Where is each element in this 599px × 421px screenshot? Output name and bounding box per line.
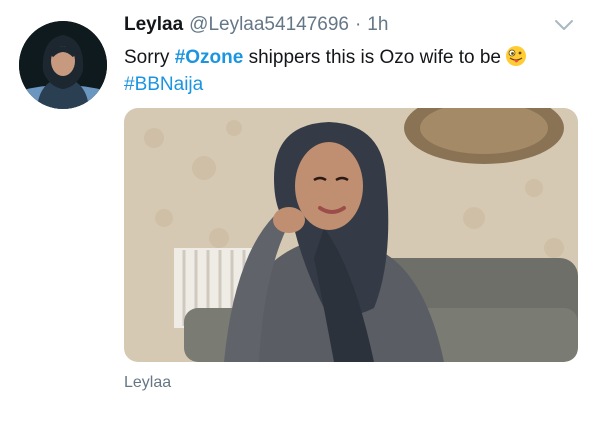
tweet-header: Leylaa @Leylaa54147696 · 1h: [124, 14, 388, 38]
tweet-text-rest: shippers this is Ozo wife to be: [243, 47, 501, 68]
photo-caption: Leylaa: [124, 374, 172, 391]
face-with-tongue-emoji-icon: [505, 46, 526, 66]
tweet-card[interactable]: Leylaa @Leylaa54147696 · 1h Sorry #Ozone…: [0, 0, 599, 421]
chevron-down-icon[interactable]: [553, 17, 575, 33]
tweet-time[interactable]: 1h: [367, 14, 388, 36]
display-name[interactable]: Leylaa: [124, 14, 183, 36]
user-handle[interactable]: @Leylaa54147696: [189, 14, 349, 36]
photo-image: [124, 108, 578, 362]
avatar-image: [19, 21, 107, 109]
tweet-text-sorry: Sorry: [124, 47, 175, 68]
separator-dot: ·: [354, 14, 362, 35]
tweet-photo[interactable]: [124, 108, 578, 362]
avatar[interactable]: [19, 21, 107, 109]
tweet-text: Sorry #Ozone shippers this is Ozo wife t…: [124, 44, 574, 98]
hashtag-bbnaija[interactable]: #BBNaija: [124, 74, 203, 95]
hashtag-ozone[interactable]: #Ozone: [175, 47, 244, 68]
